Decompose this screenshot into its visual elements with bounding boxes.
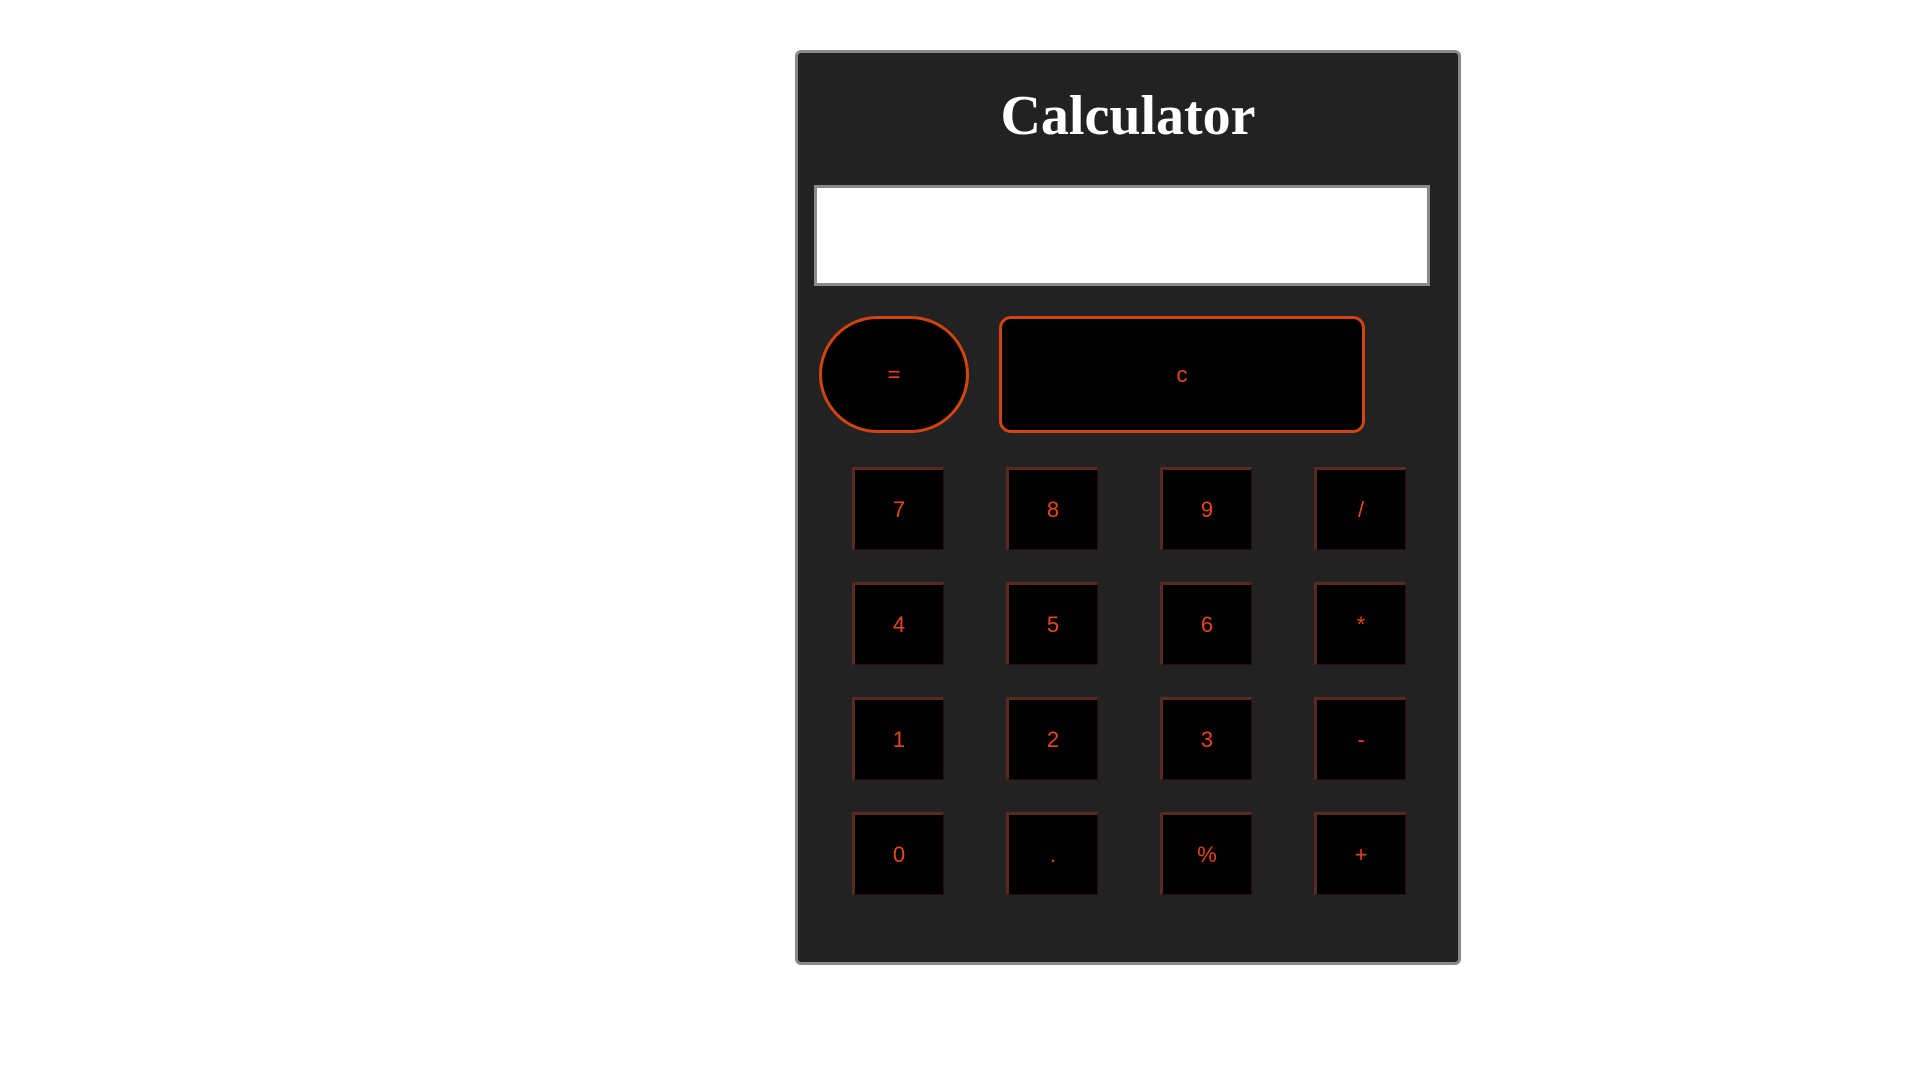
calculator-display[interactable] xyxy=(814,185,1430,286)
key-8-button[interactable]: 8 xyxy=(1006,467,1098,550)
key-4-button[interactable]: 4 xyxy=(852,582,944,665)
key-9-button[interactable]: 9 xyxy=(1160,467,1252,550)
divide-button[interactable]: / xyxy=(1314,467,1406,550)
equals-button[interactable]: = xyxy=(819,316,969,433)
clear-button[interactable]: c xyxy=(999,316,1365,433)
subtract-button[interactable]: - xyxy=(1314,697,1406,780)
calculator-panel: Calculator = c 7 8 9 / 4 5 6 * 1 2 3 - 0… xyxy=(795,50,1461,965)
key-5-button[interactable]: 5 xyxy=(1006,582,1098,665)
key-2-button[interactable]: 2 xyxy=(1006,697,1098,780)
key-1-button[interactable]: 1 xyxy=(852,697,944,780)
key-6-button[interactable]: 6 xyxy=(1160,582,1252,665)
key-0-button[interactable]: 0 xyxy=(852,812,944,895)
add-button[interactable]: + xyxy=(1314,812,1406,895)
calculator-title: Calculator xyxy=(1000,85,1256,147)
percent-button[interactable]: % xyxy=(1160,812,1252,895)
decimal-button[interactable]: . xyxy=(1006,812,1098,895)
multiply-button[interactable]: * xyxy=(1314,582,1406,665)
key-7-button[interactable]: 7 xyxy=(852,467,944,550)
key-3-button[interactable]: 3 xyxy=(1160,697,1252,780)
